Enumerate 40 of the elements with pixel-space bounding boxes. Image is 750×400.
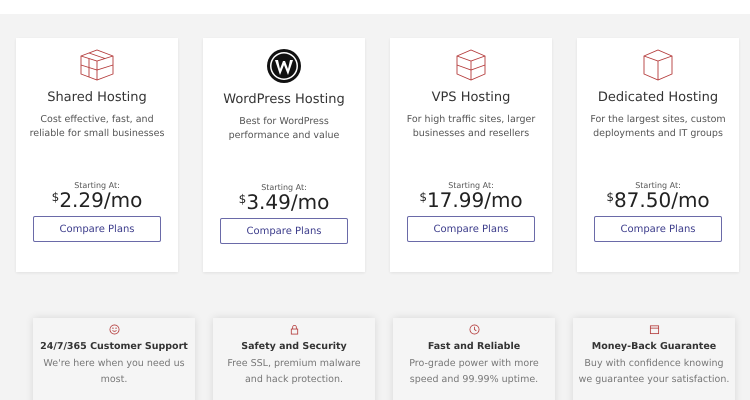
currency-symbol: $ — [606, 191, 614, 203]
plan-description: For high traffic sites, larger businesses and resellers — [406, 113, 536, 142]
feature-description: Free SSL, premium malware and hack protection. — [226, 357, 362, 387]
starting-label: Starting At: — [261, 183, 307, 192]
cube-icon — [78, 48, 116, 82]
feature-description: Buy with confidence knowing we guarantee your satisfaction. — [578, 357, 730, 387]
starting-label: Starting At: — [635, 181, 681, 190]
plan-price: 17.99/mo — [426, 190, 523, 210]
feature-description: We're here when you need us most. — [42, 357, 186, 387]
plan-price: 3.49/mo — [246, 192, 330, 212]
compare-plans-button[interactable]: Compare Plans — [220, 218, 348, 244]
currency-symbol: $ — [52, 191, 60, 203]
starting-label: Starting At: — [74, 181, 120, 190]
box-icon — [454, 48, 488, 82]
compare-plans-button[interactable]: Compare Plans — [33, 216, 161, 242]
starting-label: Starting At: — [448, 181, 494, 190]
box-icon — [641, 48, 675, 82]
wordpress-icon — [266, 48, 302, 84]
compare-plans-button[interactable]: Compare Plans — [594, 216, 722, 242]
smiley-icon — [108, 324, 120, 335]
currency-symbol: $ — [238, 193, 246, 205]
lock-icon — [288, 324, 300, 335]
plan-price: 2.29/mo — [59, 190, 142, 210]
feature-title: Money-Back Guarantee — [592, 341, 716, 352]
plan-title: Dedicated Hosting — [598, 90, 718, 105]
plan-price: 87.50/mo — [614, 190, 710, 210]
plan-title: WordPress Hosting — [223, 92, 345, 107]
feature-description: Pro-grade power with more speed and 99.99% uptime. — [408, 357, 540, 387]
feature-title: Safety and Security — [241, 341, 347, 352]
plan-description: For the largest sites, custom deployments and IT groups — [589, 113, 727, 142]
plan-title: Shared Hosting — [47, 90, 147, 105]
currency-symbol: $ — [419, 191, 427, 203]
plan-description: Best for WordPress performance and value — [228, 115, 340, 144]
calendar-icon — [648, 324, 660, 335]
compare-plans-button[interactable]: Compare Plans — [407, 216, 535, 242]
plan-title: VPS Hosting — [432, 90, 510, 105]
feature-title: Fast and Reliable — [428, 341, 520, 352]
clock-icon — [468, 324, 480, 335]
plan-description: Cost effective, fast, and reliable for small businesses — [28, 113, 166, 142]
feature-title: 24/7/365 Customer Support — [40, 341, 188, 352]
